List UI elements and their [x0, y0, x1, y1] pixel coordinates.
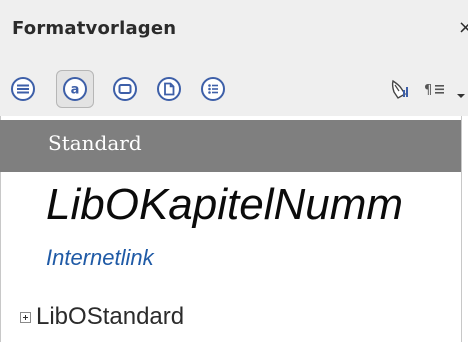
character-styles-button[interactable]: a: [56, 70, 94, 108]
panel-title: Formatvorlagen: [12, 18, 177, 39]
frame-styles-icon: [113, 77, 137, 101]
list-item-label: LibOStandard: [36, 303, 185, 330]
panel-titlebar: Formatvorlagen ×: [0, 0, 468, 62]
fill-format-mode-button[interactable]: [380, 70, 418, 108]
style-type-toolbar: a ¶: [0, 62, 468, 116]
paragraph-styles-button[interactable]: [4, 70, 42, 108]
chevron-down-icon[interactable]: [456, 86, 466, 98]
selected-style-label: Standard: [48, 131, 142, 155]
list-item-libokapitelnumm[interactable]: LibOKapitelNumm: [46, 180, 461, 230]
character-styles-icon: a: [63, 77, 87, 101]
close-icon[interactable]: ×: [458, 17, 468, 38]
pane-divider: [461, 116, 462, 342]
fill-format-mode-icon: [391, 79, 408, 99]
page-styles-icon: [157, 77, 181, 101]
new-style-from-selection-icon: ¶: [424, 83, 444, 98]
list-styles-icon: [201, 77, 225, 101]
svg-text:¶: ¶: [424, 83, 432, 98]
svg-text:a: a: [71, 83, 80, 98]
new-style-from-selection-button[interactable]: ¶: [416, 70, 454, 108]
list-item-internetlink[interactable]: Internetlink: [46, 245, 154, 271]
page-styles-button[interactable]: [150, 70, 188, 108]
list-styles-button[interactable]: [194, 70, 232, 108]
expand-icon[interactable]: [20, 311, 31, 323]
styles-panel: Formatvorlagen × a ¶ Standard LibOKapite…: [0, 0, 468, 342]
paragraph-styles-icon: [11, 77, 35, 101]
frame-styles-button[interactable]: [106, 70, 144, 108]
list-item-libostandard[interactable]: LibOStandard: [20, 302, 184, 332]
